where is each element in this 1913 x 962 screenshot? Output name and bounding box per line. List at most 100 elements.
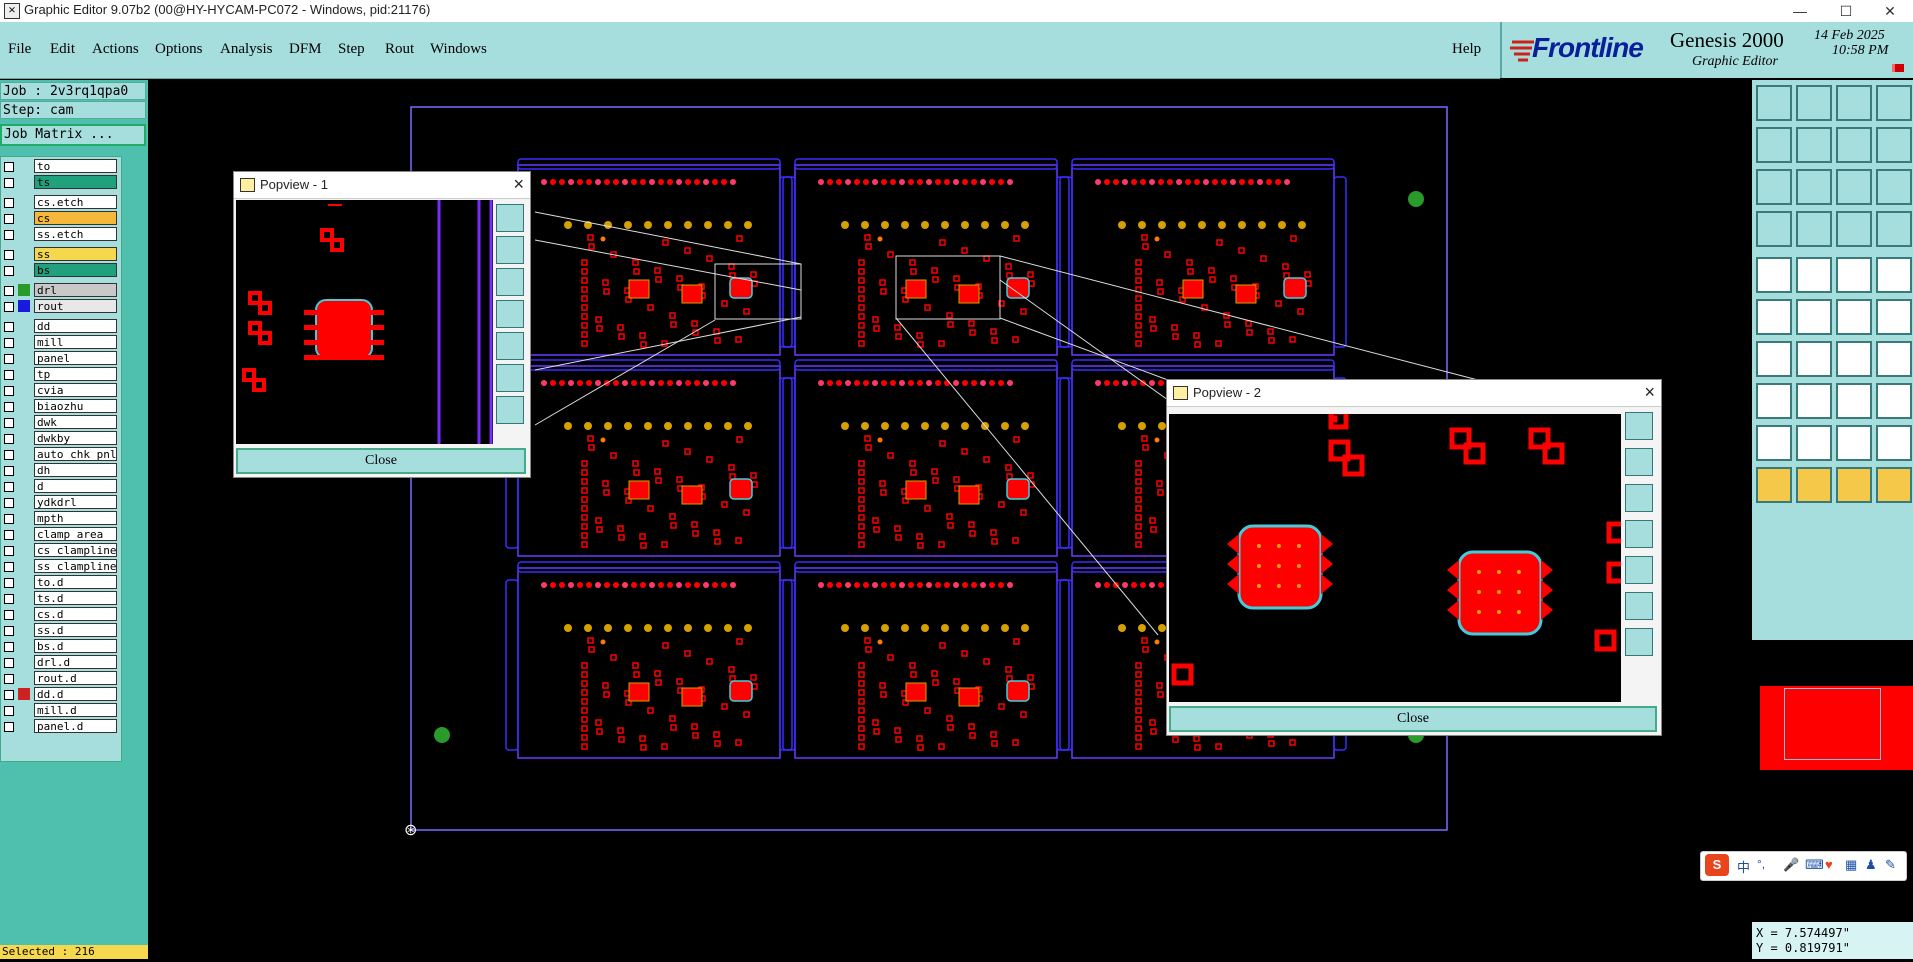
layer-name[interactable]: to [34, 159, 117, 173]
tool-ramp-icon[interactable] [1876, 425, 1912, 461]
popview-2-tool-right-icon[interactable] [1625, 556, 1653, 584]
tool-line-icon[interactable] [1756, 341, 1792, 377]
tool-select-icon[interactable] [1796, 257, 1832, 293]
layer-row[interactable]: ss_clampline [1, 559, 119, 574]
layer-name[interactable]: rout.d [34, 671, 117, 685]
layer-row[interactable]: to [1, 159, 119, 174]
layer-name[interactable]: panel.d [34, 719, 117, 733]
layer-name[interactable]: drl [34, 283, 117, 297]
tool-cross-icon[interactable] [1796, 299, 1832, 335]
layer-row[interactable]: cs.etch [1, 195, 119, 210]
tool-copy-icon[interactable] [1876, 299, 1912, 335]
layer-checkbox[interactable] [4, 562, 14, 572]
layer-name[interactable]: ts [34, 175, 117, 189]
layer-name[interactable]: dh [34, 463, 117, 477]
popview-1-tool-right-icon[interactable] [496, 332, 524, 360]
layer-checkbox[interactable] [4, 418, 14, 428]
layer-checkbox[interactable] [4, 642, 14, 652]
layer-row[interactable]: dwk [1, 415, 119, 430]
layer-row[interactable]: to.d [1, 575, 119, 590]
layer-checkbox[interactable] [4, 214, 14, 224]
layer-name[interactable]: dd.d [34, 687, 117, 701]
menu-file[interactable]: File [8, 41, 31, 58]
tool-query-icon[interactable] [1876, 169, 1912, 205]
layer-checkbox[interactable] [4, 230, 14, 240]
popview-2-close-button[interactable]: Close [1169, 706, 1657, 732]
minimize-button[interactable]: — [1777, 0, 1823, 22]
layer-row[interactable]: dh [1, 463, 119, 478]
popview-2-tool-zoom-out-icon[interactable] [1625, 628, 1653, 656]
layer-row[interactable]: bs [1, 263, 119, 278]
popview-2-tool-zoom-in-icon[interactable] [1625, 592, 1653, 620]
popview-2-close-icon[interactable]: × [1644, 382, 1655, 403]
layer-row[interactable]: panel [1, 351, 119, 366]
tool-dash-icon[interactable] [1756, 383, 1792, 419]
layer-name[interactable]: d [34, 479, 117, 493]
layer-checkbox[interactable] [4, 546, 14, 556]
layer-row[interactable]: drl.d [1, 655, 119, 670]
layer-row[interactable]: mpth [1, 511, 119, 526]
layer-name[interactable]: cs.etch [34, 195, 117, 209]
popview-1-view[interactable] [236, 200, 493, 444]
layer-checkbox[interactable] [4, 402, 14, 412]
layer-checkbox[interactable] [4, 386, 14, 396]
menu-help[interactable]: Help [1452, 41, 1481, 58]
layer-checkbox[interactable] [4, 198, 14, 208]
tool-dimension-icon[interactable] [1836, 383, 1872, 419]
layer-name[interactable]: ss.d [34, 623, 117, 637]
layer-name[interactable]: ss [34, 247, 117, 261]
layer-row[interactable]: dd [1, 319, 119, 334]
menu-dfm[interactable]: DFM [289, 41, 322, 58]
tool-pointer-edit-icon[interactable] [1836, 467, 1872, 503]
tool-circle-icon[interactable] [1876, 257, 1912, 293]
layer-name[interactable]: ts.d [34, 591, 117, 605]
layer-checkbox[interactable] [4, 674, 14, 684]
layer-name[interactable]: cs.d [34, 607, 117, 621]
skin-icon[interactable]: ♥ [1825, 857, 1833, 872]
layer-name[interactable]: dwkby [34, 431, 117, 445]
popview-1-tool-down-icon[interactable] [496, 268, 524, 296]
layer-row[interactable]: ss.etch [1, 227, 119, 242]
layer-checkbox[interactable] [4, 482, 14, 492]
settings-icon[interactable]: ✎ [1885, 857, 1896, 873]
tool-zoom-area-icon[interactable] [1796, 169, 1832, 205]
menu-analysis[interactable]: Analysis [220, 41, 273, 58]
ime-logo-icon[interactable]: S [1705, 854, 1729, 876]
layer-name[interactable]: panel [34, 351, 117, 365]
layer-row[interactable]: ss.d [1, 623, 119, 638]
popview-1-tool-up-icon[interactable] [496, 236, 524, 264]
layer-checkbox[interactable] [4, 162, 14, 172]
tool-undo-icon[interactable] [1756, 127, 1792, 163]
ime-lang-label[interactable]: 中 [1737, 857, 1750, 876]
popview-1-close-icon[interactable]: × [513, 174, 524, 195]
layer-row[interactable]: dd.d [1, 687, 119, 702]
layer-row[interactable]: auto_chk_pnl [1, 447, 119, 462]
menu-edit[interactable]: Edit [50, 41, 75, 58]
layer-name[interactable]: ss.etch [34, 227, 117, 241]
layer-row[interactable]: cs_clampline [1, 543, 119, 558]
layer-checkbox[interactable] [4, 450, 14, 460]
tool-load-icon[interactable] [1796, 85, 1832, 121]
layer-row[interactable]: biaozhu [1, 399, 119, 414]
close-window-button[interactable]: ✕ [1867, 0, 1913, 22]
layer-name[interactable]: biaozhu [34, 399, 117, 413]
tool-save-icon[interactable] [1756, 85, 1792, 121]
layer-row[interactable]: d [1, 479, 119, 494]
popview-1-tool-zoom-fit-icon[interactable] [496, 204, 524, 232]
ime-toolbar[interactable]: S 中 °, 🎤 ⌨ ♥ ▦ ♟ ✎ [1700, 851, 1907, 881]
popview-1-close-button[interactable]: Close [236, 448, 526, 474]
layer-checkbox[interactable] [4, 706, 14, 716]
layer-checkbox[interactable] [4, 302, 14, 312]
layer-name[interactable]: to.d [34, 575, 117, 589]
layer-checkbox[interactable] [4, 514, 14, 524]
tool-arc-icon[interactable] [1836, 341, 1872, 377]
tool-pointer-icon[interactable] [1756, 467, 1792, 503]
menu-step[interactable]: Step [338, 41, 365, 58]
tool-layer-up-icon[interactable] [1836, 211, 1872, 247]
layer-name[interactable]: dd [34, 319, 117, 333]
layer-checkbox[interactable] [4, 370, 14, 380]
layer-checkbox[interactable] [4, 610, 14, 620]
tool-zoom-fit-icon[interactable] [1756, 169, 1792, 205]
layer-name[interactable]: cvia [34, 383, 117, 397]
tool-group-icon[interactable] [1876, 383, 1912, 419]
